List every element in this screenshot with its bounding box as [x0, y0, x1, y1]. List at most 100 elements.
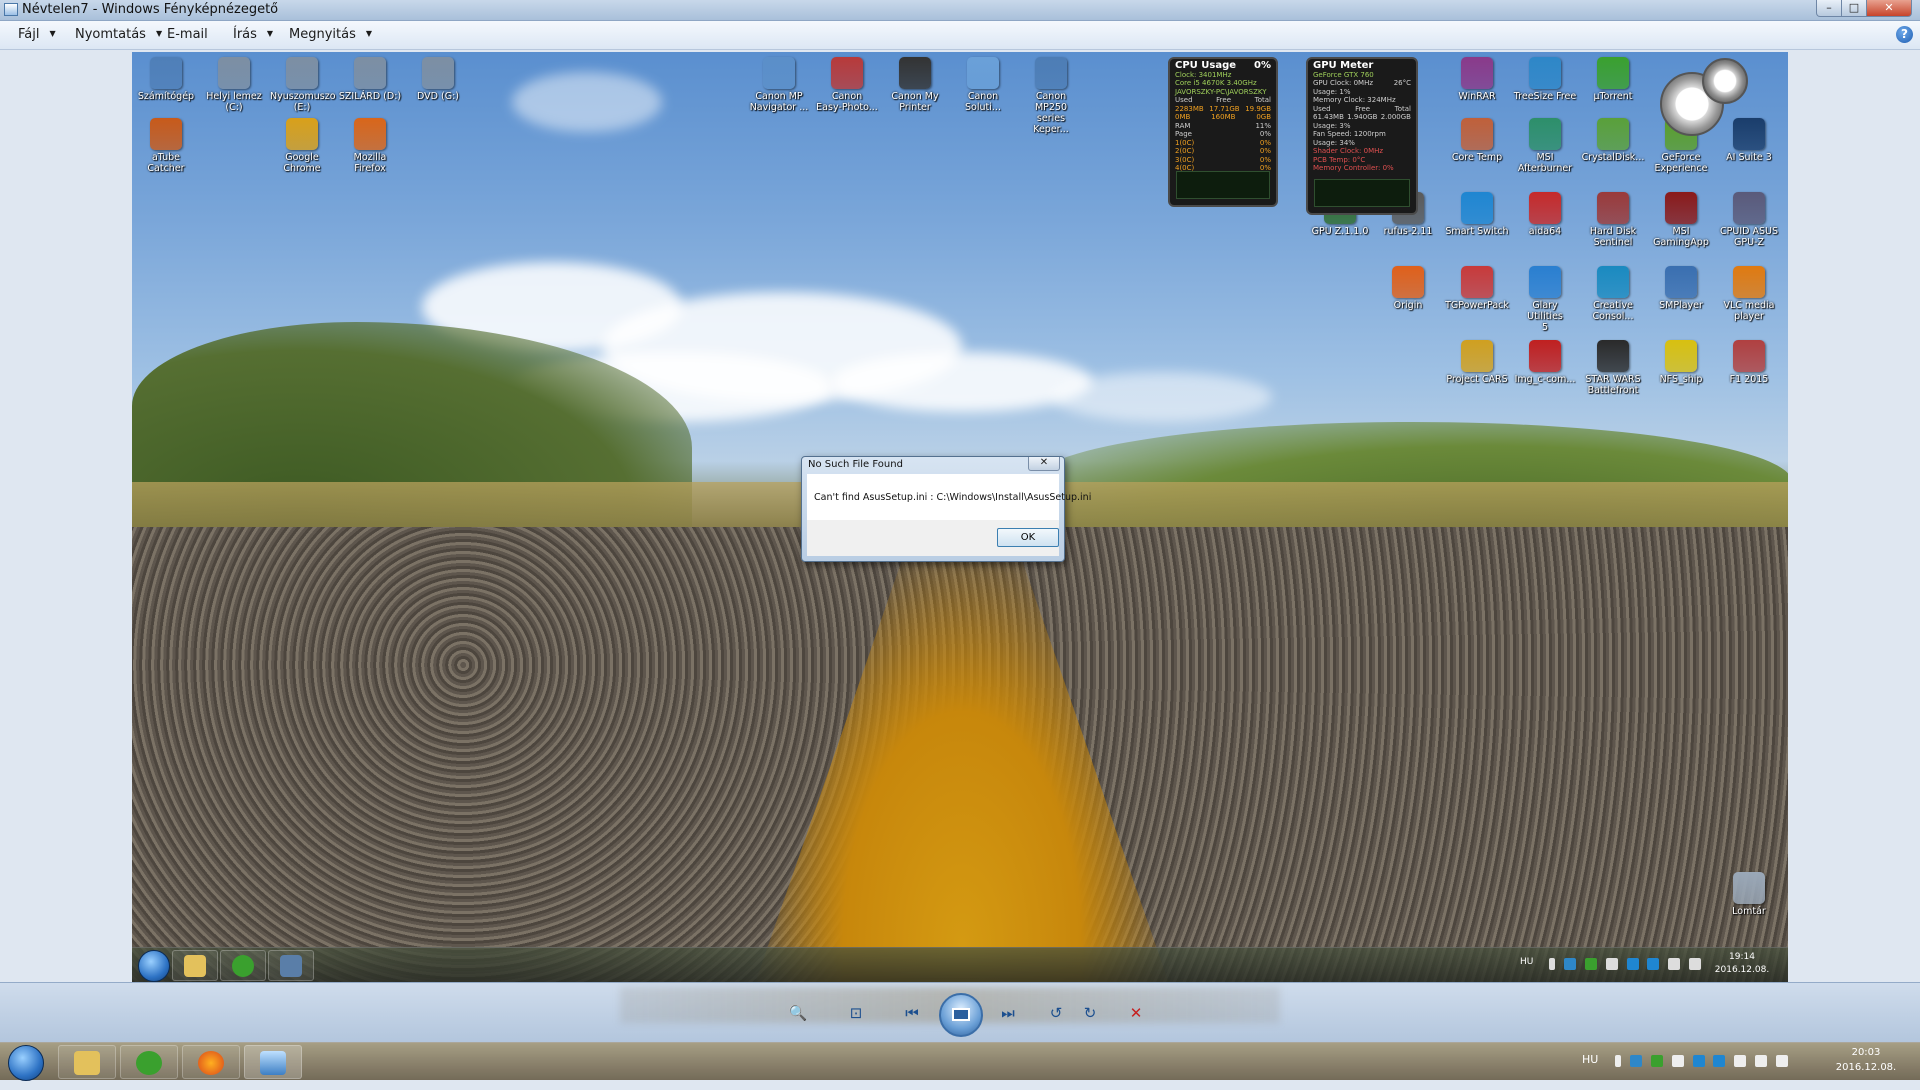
taskbar-explorer[interactable]	[172, 950, 218, 981]
desktop-icon-dvd[interactable]: DVD (G:)	[406, 57, 470, 102]
minimize-button[interactable]: –	[1816, 0, 1842, 17]
outer-clock[interactable]: 20:03 2016.12.08.	[1834, 1047, 1898, 1082]
desktop-icon-afterburner[interactable]: MSI Afterburner	[1513, 118, 1577, 174]
zoom-icon[interactable]: 🔍	[784, 1000, 812, 1026]
action-center-flag-icon[interactable]	[1734, 1055, 1747, 1067]
actual-size-icon[interactable]: ⊡	[842, 1000, 870, 1026]
recycle-bin-icon	[1733, 872, 1765, 904]
menu-email[interactable]: E-mail	[167, 27, 208, 42]
desktop-icon-hdsentinel[interactable]: Hard Disk Sentinel	[1581, 192, 1645, 248]
help-icon[interactable]: ?	[1896, 26, 1913, 43]
desktop-icon-canon-navigator[interactable]: Canon MP Navigator ...	[747, 57, 811, 113]
menu-burn[interactable]: Írás ▼	[233, 27, 273, 42]
inner-clock[interactable]: 19:14 2016.12.08.	[1712, 952, 1772, 982]
desktop-icon-f1[interactable]: F1 2015	[1717, 340, 1781, 385]
desktop-icon-label: Lomtár	[1732, 906, 1766, 917]
tray-app-icon[interactable]	[1692, 1055, 1705, 1067]
desktop-icon-crystaldisk[interactable]: CrystalDisk...	[1581, 118, 1645, 163]
tray-app-icon[interactable]	[1626, 958, 1639, 970]
menu-print[interactable]: Nyomtatás ▼	[75, 27, 162, 42]
taskbar-firefox[interactable]	[182, 1045, 240, 1079]
taskbar-explorer[interactable]	[58, 1045, 116, 1079]
utorrent-tray-icon[interactable]	[1650, 1055, 1663, 1067]
desktop-icon-projectcars[interactable]: Project CARS	[1445, 340, 1509, 385]
gpu-model: GeForce GTX 760	[1313, 70, 1374, 79]
desktop-icon-canon-myprinter[interactable]: Canon My Printer	[883, 57, 947, 113]
desktop-icon-creative[interactable]: Creative Consol...	[1581, 266, 1645, 322]
desktop-icon-coretemp[interactable]: Core Temp	[1445, 118, 1509, 163]
desktop-icon-utorrent[interactable]: µTorrent	[1581, 57, 1645, 102]
volume-icon[interactable]	[1776, 1055, 1788, 1067]
desktop-icon-msi-gamingapp[interactable]: MSI GamingApp	[1649, 192, 1713, 248]
desktop-icon-winrar[interactable]: WinRAR	[1445, 57, 1509, 102]
desktop-icon-canon-solution[interactable]: Canon Soluti...	[951, 57, 1015, 113]
desktop-icon-label: CPUID ASUS GPU-Z	[1720, 226, 1778, 248]
gpu-meter-gadget[interactable]: GPU Meter GeForce GTX 760 GPU Clock: 0MH…	[1306, 57, 1418, 215]
tray-app-icon[interactable]	[1563, 958, 1576, 970]
tray-app-icon[interactable]	[1713, 1055, 1726, 1067]
projectcars-icon	[1461, 340, 1493, 372]
chevron-up-icon[interactable]	[1549, 958, 1555, 970]
desktop-icon-drive-e[interactable]: Nyuszomuszo (E:)	[270, 57, 336, 113]
desktop-icon-vlc[interactable]: VLC media player	[1717, 266, 1781, 322]
desktop-icon-computer[interactable]: Számítógép	[134, 57, 198, 102]
desktop-icon-label: Glary Utilities 5	[1527, 300, 1563, 333]
dialog-close-button[interactable]: ✕	[1028, 457, 1060, 471]
desktop-icon-canon-mp250[interactable]: Canon MP250 series Keper...	[1019, 57, 1083, 135]
close-button[interactable]: ✕	[1866, 0, 1912, 17]
desktop-icon-tgpowerpack[interactable]: TGPowerPack	[1445, 266, 1509, 311]
start-orb-icon[interactable]	[138, 950, 170, 982]
tray-app-icon[interactable]	[1605, 958, 1618, 970]
creative-icon	[1597, 266, 1629, 298]
desktop-icon-origin[interactable]: Origin	[1376, 266, 1440, 311]
next-icon[interactable]: ⏭	[994, 1000, 1022, 1026]
taskbar-installer[interactable]	[268, 950, 314, 981]
taskbar-utorrent[interactable]	[120, 1045, 178, 1079]
desktop-icon-atube[interactable]: aTube Catcher	[134, 118, 198, 174]
maximize-button[interactable]: □	[1841, 0, 1867, 17]
network-icon[interactable]	[1755, 1055, 1768, 1067]
delete-icon[interactable]: ✕	[1122, 1000, 1150, 1026]
menu-file[interactable]: Fájl ▼	[18, 27, 56, 42]
tray-app-icon[interactable]	[1671, 1055, 1684, 1067]
volume-icon[interactable]	[1689, 958, 1702, 970]
page-label: Page	[1175, 130, 1192, 138]
inner-tray-lang[interactable]: HU	[1520, 957, 1533, 982]
desktop-icon-recycle-bin[interactable]: Lomtár	[1717, 872, 1781, 917]
cpu-gadget-percent: 0%	[1254, 60, 1271, 71]
rotate-left-icon[interactable]: ↺	[1042, 1000, 1070, 1026]
desktop-icon-canon-easyphoto[interactable]: Canon Easy-Photo...	[815, 57, 879, 113]
tray-app-icon[interactable]	[1629, 1055, 1642, 1067]
desktop-icon-smartswitch[interactable]: Smart Switch	[1445, 192, 1509, 237]
desktop-icon-chrome[interactable]: Google Chrome	[270, 118, 334, 174]
slideshow-button[interactable]	[939, 993, 983, 1037]
chevron-up-icon[interactable]	[1615, 1055, 1621, 1067]
start-orb-icon[interactable]	[8, 1045, 44, 1081]
desktop-icon-label: AI Suite 3	[1726, 152, 1772, 163]
rotate-right-icon[interactable]: ↻	[1076, 1000, 1104, 1026]
desktop-icon-drive-d[interactable]: SZILÁRD (D:)	[338, 57, 402, 102]
gpu-mem-total: 2.000GB	[1380, 113, 1411, 121]
menu-open[interactable]: Megnyitás ▼	[289, 27, 372, 42]
desktop-icon-aida64[interactable]: aida64	[1513, 192, 1577, 237]
desktop-icon-smplayer[interactable]: SMPlayer	[1649, 266, 1713, 311]
previous-icon[interactable]: ⏮	[898, 1000, 926, 1026]
dialog-ok-button[interactable]: OK	[997, 528, 1059, 547]
gauge-gadget[interactable]	[1660, 58, 1748, 136]
cpu-usage-gadget[interactable]: CPU Usage 0% Clock: 3401MHz Core i5 4670K…	[1168, 57, 1278, 207]
taskbar-photo-viewer[interactable]	[244, 1045, 302, 1079]
desktop-icon-glary[interactable]: Glary Utilities 5	[1513, 266, 1577, 333]
utorrent-tray-icon[interactable]	[1584, 958, 1597, 970]
desktop-icon-nfs[interactable]: NFS_ship	[1649, 340, 1713, 385]
desktop-icon-treesize[interactable]: TreeSize Free	[1513, 57, 1577, 102]
desktop-icon-img-pdf[interactable]: Img_c-com...	[1513, 340, 1577, 385]
outer-tray-lang[interactable]: HU	[1582, 1053, 1598, 1088]
desktop-icon-firefox[interactable]: Mozilla Firefox	[338, 118, 402, 174]
tray-app-icon[interactable]	[1647, 958, 1660, 970]
network-icon[interactable]	[1668, 958, 1681, 970]
taskbar-utorrent[interactable]	[220, 950, 266, 981]
desktop-icon-drive-c[interactable]: Helyi lemez (C:)	[202, 57, 266, 113]
desktop-icon-battlefront[interactable]: STAR WARS Battlefront	[1581, 340, 1645, 396]
desktop-icon-cpuid-gpuz[interactable]: CPUID ASUS GPU-Z	[1717, 192, 1781, 248]
smplayer-icon	[1665, 266, 1697, 298]
